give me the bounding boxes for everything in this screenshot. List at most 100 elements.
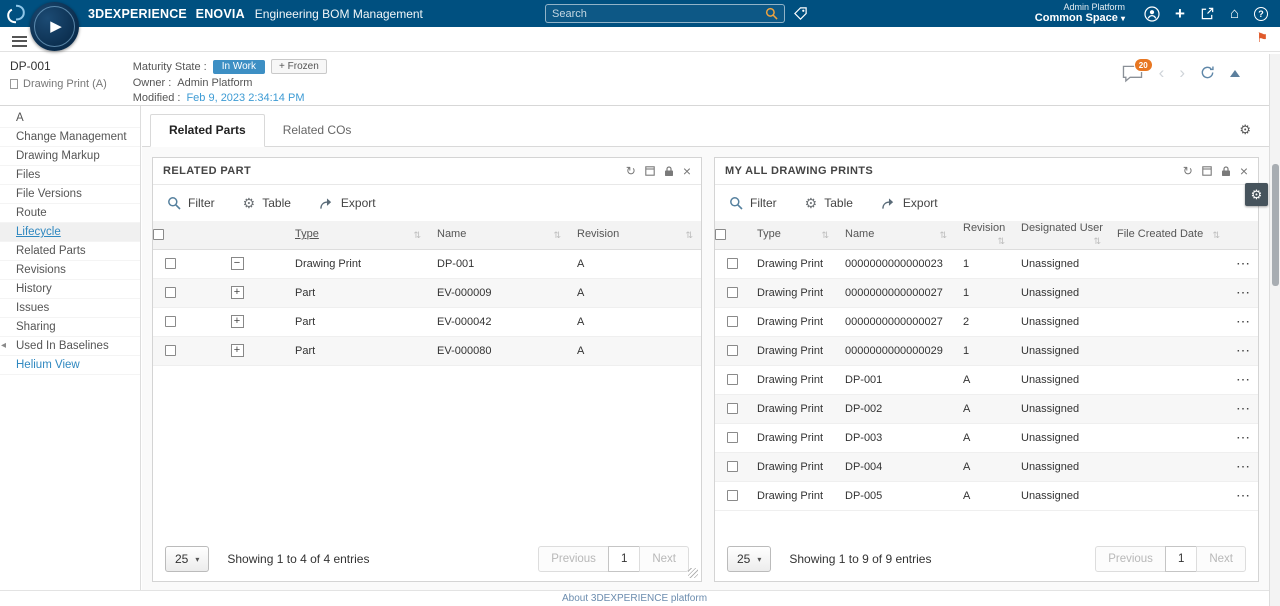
table-row[interactable]: Drawing PrintDP-002AUnassigned⋯: [715, 394, 1258, 423]
search-icon[interactable]: [765, 7, 778, 20]
column-header-revision[interactable]: Revision⇅: [955, 221, 1013, 249]
table-row[interactable]: Drawing PrintDP-005AUnassigned⋯: [715, 481, 1258, 510]
tag-icon[interactable]: [793, 6, 808, 21]
tab-related-cos[interactable]: Related COs: [265, 115, 370, 146]
row-checkbox[interactable]: [165, 316, 176, 327]
row-checkbox[interactable]: [727, 287, 738, 298]
column-header-file-created-date[interactable]: File Created Date⇅: [1109, 221, 1228, 249]
row-actions-icon[interactable]: ⋯: [1236, 255, 1250, 271]
next-page-button[interactable]: Next: [1196, 546, 1246, 572]
frozen-badge[interactable]: + Frozen: [271, 59, 327, 74]
row-checkbox[interactable]: [165, 345, 176, 356]
refresh-panel-icon[interactable]: ↻: [1183, 165, 1193, 177]
navigate-forward-icon[interactable]: ›: [1179, 64, 1185, 82]
sidebar-item-drawing-markup[interactable]: Drawing Markup: [0, 147, 140, 166]
user-profile-icon[interactable]: [1144, 6, 1160, 22]
filter-button[interactable]: Filter: [167, 196, 215, 210]
vertical-scrollbar[interactable]: [1269, 54, 1280, 606]
table-settings-gear-button[interactable]: ⚙: [1245, 183, 1268, 206]
sidebar-item-history[interactable]: History: [0, 280, 140, 299]
table-button[interactable]: ⚙ Table: [805, 196, 853, 210]
3dexperience-compass-icon[interactable]: ▶: [30, 2, 79, 51]
select-all-checkbox[interactable]: [715, 229, 726, 240]
navigate-back-icon[interactable]: ‹: [1159, 64, 1165, 82]
row-checkbox[interactable]: [727, 345, 738, 356]
table-row[interactable]: +PartEV-000042A: [153, 307, 701, 336]
sidebar-item-lifecycle[interactable]: Lifecycle: [0, 223, 140, 242]
row-checkbox[interactable]: [727, 258, 738, 269]
page-size-select[interactable]: 25 ▾: [727, 546, 771, 572]
search-input[interactable]: [552, 8, 765, 20]
lock-icon[interactable]: [664, 166, 674, 177]
lock-icon[interactable]: [1221, 166, 1231, 177]
page-settings-gear-icon[interactable]: ⚙: [1239, 123, 1251, 136]
share-icon[interactable]: [1200, 6, 1215, 21]
row-checkbox[interactable]: [727, 374, 738, 385]
sidebar-item-helium-view[interactable]: Helium View: [0, 356, 140, 375]
refresh-page-icon[interactable]: [1200, 65, 1215, 80]
row-actions-icon[interactable]: ⋯: [1236, 487, 1250, 503]
brand-logo[interactable]: 3DEXPERIENCE ENOVIA: [88, 7, 245, 21]
table-row[interactable]: Drawing Print00000000000000272Unassigned…: [715, 307, 1258, 336]
column-header-revision[interactable]: Revision⇅: [569, 221, 701, 249]
close-icon[interactable]: ×: [1240, 164, 1248, 178]
account-switcher[interactable]: Admin Platform Common Space ▾: [1035, 2, 1125, 25]
collapse-row-icon[interactable]: −: [231, 257, 244, 270]
table-row[interactable]: +PartEV-000080A: [153, 336, 701, 365]
sidebar-item-file-versions[interactable]: File Versions: [0, 185, 140, 204]
home-icon[interactable]: ⌂: [1230, 5, 1239, 22]
sidebar-item-used-in-baselines[interactable]: Used In Baselines: [0, 337, 140, 356]
add-content-icon[interactable]: +: [1175, 5, 1185, 22]
row-actions-icon[interactable]: ⋯: [1236, 284, 1250, 300]
row-checkbox[interactable]: [727, 461, 738, 472]
row-checkbox[interactable]: [727, 316, 738, 327]
table-row[interactable]: Drawing Print00000000000000271Unassigned…: [715, 278, 1258, 307]
sidebar-item-revisions[interactable]: Revisions: [0, 261, 140, 280]
flag-icon[interactable]: ⚑: [1256, 31, 1268, 44]
table-row[interactable]: −Drawing PrintDP-001A: [153, 249, 701, 278]
expand-row-icon[interactable]: +: [231, 286, 244, 299]
select-all-checkbox[interactable]: [153, 229, 164, 240]
column-header-type[interactable]: Type⇅: [287, 221, 429, 249]
export-button[interactable]: Export: [319, 196, 376, 210]
row-checkbox[interactable]: [727, 490, 738, 501]
resize-grip[interactable]: [688, 568, 698, 578]
collaboration-bubble-icon[interactable]: 20: [1121, 64, 1144, 86]
row-checkbox[interactable]: [165, 258, 176, 269]
sidebar-item-files[interactable]: Files: [0, 166, 140, 185]
column-header-name[interactable]: Name⇅: [837, 221, 955, 249]
filter-button[interactable]: Filter: [729, 196, 777, 210]
column-header-designated-user[interactable]: Designated User⇅: [1013, 221, 1109, 249]
sidebar-item-sharing[interactable]: Sharing: [0, 318, 140, 337]
about-link[interactable]: About 3DEXPERIENCE platform: [562, 593, 707, 604]
table-row[interactable]: Drawing Print00000000000000291Unassigned…: [715, 336, 1258, 365]
page-size-select[interactable]: 25 ▾: [165, 546, 209, 572]
sidebar-item-change-management[interactable]: Change Management: [0, 128, 140, 147]
row-actions-icon[interactable]: ⋯: [1236, 342, 1250, 358]
row-checkbox[interactable]: [165, 287, 176, 298]
row-actions-icon[interactable]: ⋯: [1236, 371, 1250, 387]
row-actions-icon[interactable]: ⋯: [1236, 400, 1250, 416]
expand-row-icon[interactable]: +: [231, 315, 244, 328]
popout-window-icon[interactable]: [1202, 166, 1212, 176]
scrollbar-thumb[interactable]: [1272, 164, 1279, 286]
export-button[interactable]: Export: [881, 196, 938, 210]
collapse-header-icon[interactable]: [1230, 70, 1240, 77]
sidebar-item-route[interactable]: Route: [0, 204, 140, 223]
previous-page-button[interactable]: Previous: [538, 546, 609, 572]
help-icon[interactable]: ?: [1254, 7, 1268, 21]
next-page-button[interactable]: Next: [639, 546, 689, 572]
row-actions-icon[interactable]: ⋯: [1236, 429, 1250, 445]
table-row[interactable]: Drawing PrintDP-001AUnassigned⋯: [715, 365, 1258, 394]
column-header-type[interactable]: Type⇅: [749, 221, 837, 249]
close-icon[interactable]: ×: [683, 164, 691, 178]
table-row[interactable]: Drawing PrintDP-003AUnassigned⋯: [715, 423, 1258, 452]
table-row[interactable]: +PartEV-000009A: [153, 278, 701, 307]
row-checkbox[interactable]: [727, 403, 738, 414]
popout-window-icon[interactable]: [645, 166, 655, 176]
sidebar-item-related-parts[interactable]: Related Parts: [0, 242, 140, 261]
column-header-name[interactable]: Name⇅: [429, 221, 569, 249]
sidebar-item-a[interactable]: A: [0, 109, 140, 128]
expand-row-icon[interactable]: +: [231, 344, 244, 357]
table-row[interactable]: Drawing Print00000000000000231Unassigned…: [715, 249, 1258, 278]
